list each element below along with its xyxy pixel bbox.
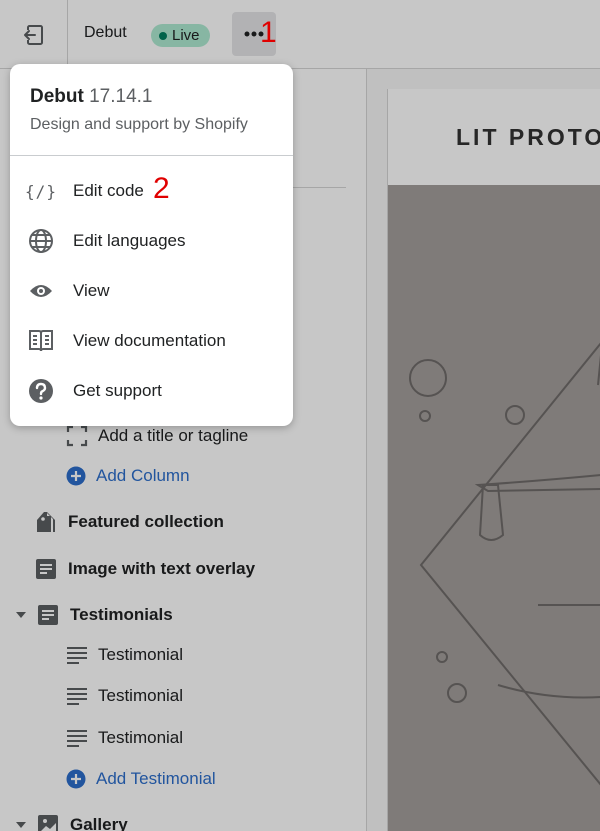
annotation-marker-2: 2 (153, 172, 170, 205)
popover-theme-version: 17.14.1 (89, 86, 153, 107)
popover-header: Debut 17.14.1 Design and support by Shop… (30, 86, 248, 134)
menu-item-edit-code[interactable]: {/} Edit code (10, 166, 293, 216)
popover-theme-name: Debut (30, 86, 84, 107)
eye-icon (27, 277, 55, 305)
menu-item-view-documentation[interactable]: View documentation (10, 316, 293, 366)
code-icon: {/} (25, 181, 57, 201)
theme-actions-popover: Debut 17.14.1 Design and support by Shop… (10, 64, 293, 426)
menu-item-edit-languages[interactable]: Edit languages (10, 216, 293, 266)
globe-icon (27, 227, 55, 255)
menu-item-label: Edit languages (73, 231, 186, 250)
menu-item-label: View (73, 281, 110, 300)
menu-item-label: View documentation (73, 331, 226, 350)
menu-item-label: Edit code (73, 181, 144, 200)
annotation-marker-1: 1 (260, 16, 277, 49)
popover-subtitle: Design and support by Shopify (30, 116, 248, 133)
menu-item-get-support[interactable]: Get support (10, 366, 293, 416)
popover-divider (10, 155, 293, 156)
book-icon (27, 327, 55, 355)
popover-title: Debut 17.14.1 (30, 86, 248, 108)
help-icon (27, 377, 55, 405)
menu-item-view[interactable]: View (10, 266, 293, 316)
menu-item-label: Get support (73, 381, 162, 400)
